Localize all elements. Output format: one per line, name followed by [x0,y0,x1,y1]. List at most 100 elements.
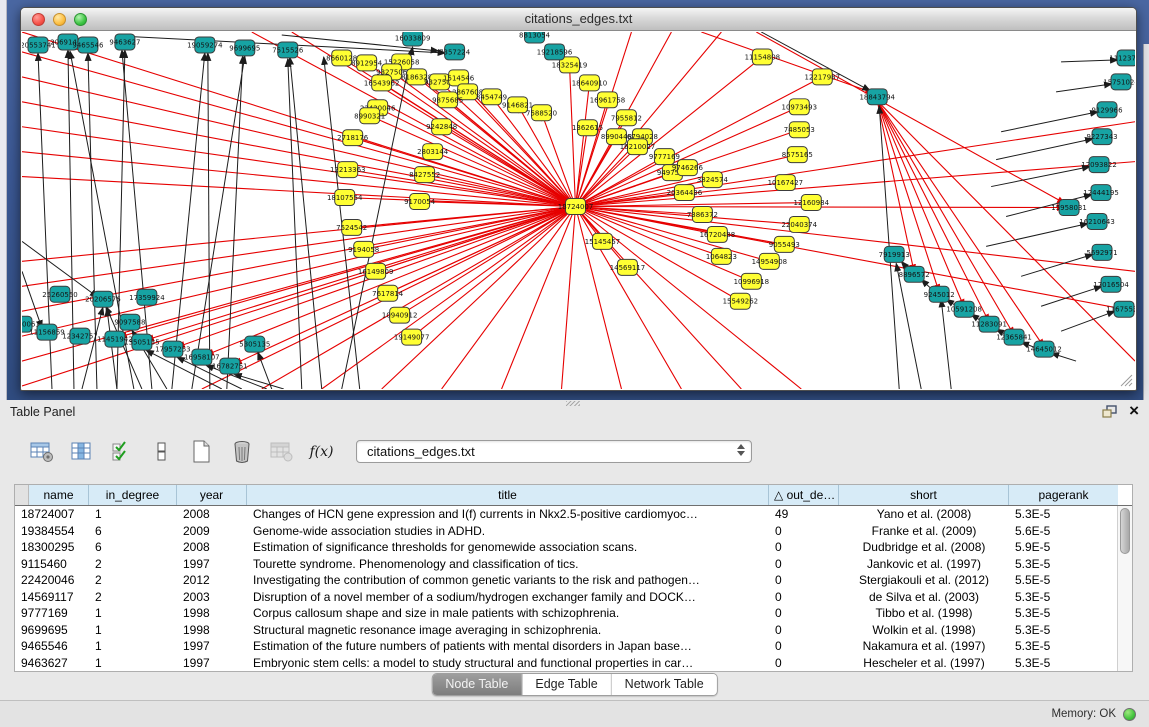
graph-node[interactable]: 9129966 [1091,102,1122,118]
graph-node[interactable]: 5692971 [1086,244,1117,260]
row-select-icon[interactable] [108,438,135,465]
cell-title: Estimation of the future numbers of pati… [247,639,769,653]
graph-node[interactable]: 16033809 [395,32,431,46]
graph-node[interactable]: 9242848 [426,119,457,135]
graph-node[interactable]: 8813054 [519,32,551,43]
svg-text:8912954: 8912954 [351,59,383,67]
graph-node[interactable]: 11675531 [1106,301,1135,317]
network-canvas[interactable]: 1872400786601288912954152260589327506165… [22,32,1135,389]
column-header-short[interactable]: short [839,485,1009,505]
column-header-name[interactable]: name [29,485,89,505]
cell-name: 9463627 [15,656,89,670]
svg-text:11156859: 11156859 [29,329,65,337]
table-row[interactable]: 1456911722003Disruption of a novel membe… [15,589,1132,606]
scrollbar-thumb[interactable] [1120,508,1130,554]
graph-node[interactable]: 22040374 [782,216,818,232]
svg-text:9097588: 9097588 [114,319,145,327]
column-header-year[interactable]: year [177,485,247,505]
graph-node[interactable]: 7919913 [879,246,910,262]
table-scrollbar[interactable] [1117,506,1132,671]
column-header-pagerank[interactable]: pagerank [1009,485,1118,505]
graph-node[interactable]: 12160984 [794,195,830,211]
function-builder-icon[interactable]: f(x) [308,438,335,465]
graph-node[interactable]: 12444195 [1083,185,1119,201]
graph-node[interactable]: 12093822 [1081,157,1117,173]
graph-node[interactable]: 8896572 [899,266,930,282]
tab-node-table[interactable]: Node Table [432,674,522,695]
graph-node[interactable]: 8575165 [782,147,813,163]
column-visibility-icon[interactable] [68,438,95,465]
svg-text:9777169: 9777169 [649,153,680,161]
graph-node[interactable]: 11123764 [1109,50,1135,66]
graph-node[interactable]: 19149077 [394,329,430,345]
graph-node[interactable]: 9194058 [348,241,379,257]
graph-node[interactable]: 15958031 [1051,200,1087,216]
close-panel-icon[interactable]: × [1129,404,1139,418]
table-source-dropdown[interactable]: citations_edges.txt [356,440,752,463]
table-row[interactable]: 1938455462009Genome-wide association stu… [15,523,1132,540]
table-row[interactable]: 969969511998Structural magnetic resonanc… [15,622,1132,639]
graph-node[interactable]: 14954908 [752,253,788,269]
graph-node[interactable]: 16961758 [590,92,626,108]
graph-node[interactable]: 17016504 [1093,276,1129,292]
table-row[interactable]: 911546021997Tourette syndrome. Phenomeno… [15,556,1132,573]
graph-node[interactable]: 11283091 [971,316,1007,332]
graph-node[interactable]: 16210643 [1079,213,1115,229]
graph-node[interactable]: 7357224 [439,44,471,60]
graph-node[interactable]: 18843794 [859,89,895,105]
graph-node[interactable]: 20364436 [667,185,703,201]
column-header-out_degree[interactable]: △ out_de… [769,485,839,505]
graph-node[interactable]: 3824574 [697,172,729,188]
graph-node[interactable]: 7485053 [784,122,815,138]
table-body: 1872400712008Changes of HCN gene express… [15,506,1132,671]
graph-node[interactable]: 11154808 [745,49,781,65]
svg-text:5305135: 5305135 [239,341,270,349]
table-row[interactable]: 1830029562008Estimation of significance … [15,539,1132,556]
import-table-icon[interactable] [268,438,295,465]
graph-node[interactable]: 15549262 [723,293,759,309]
tab-network-table[interactable]: Network Table [612,674,717,695]
narrow-columns-icon[interactable] [148,438,175,465]
network-window-titlebar[interactable]: citations_edges.txt [21,8,1136,31]
graph-node[interactable]: 10940912 [382,307,418,323]
cell-title: Corpus callosum shape and size in male p… [247,606,769,620]
cell-pagerank: 5.3E-5 [1009,590,1118,604]
graph-node[interactable]: 9227343 [1086,129,1117,145]
column-header-in_degree[interactable]: in_degree [89,485,177,505]
graph-node[interactable]: 9170054 [404,194,436,210]
graph-node[interactable]: 9055493 [769,236,800,252]
graph-node[interactable]: 12365841 [996,329,1032,345]
svg-text:16210027: 16210027 [620,143,656,151]
window-resize-grip[interactable] [1120,374,1133,387]
table-row[interactable]: 946554611997Estimation of the future num… [15,638,1132,655]
delete-table-icon[interactable] [228,438,255,465]
graph-node[interactable]: 14569117 [610,259,646,275]
graph-node[interactable]: 10591208 [946,301,982,317]
graph-node[interactable]: 16720488 [700,226,736,242]
graph-node[interactable]: 2803144 [417,144,449,160]
graph-node[interactable]: 7955812 [611,110,642,126]
graph-node[interactable]: 18640910 [572,75,608,91]
graph-node[interactable]: 15751024 [1103,74,1135,90]
graph-node[interactable]: 7524542 [336,219,367,235]
graph-node[interactable]: 9245012 [924,286,955,302]
column-header-title[interactable]: title [247,485,769,505]
tab-edge-table[interactable]: Edge Table [522,674,611,695]
cell-year: 2009 [177,524,247,538]
graph-node[interactable]: 15145457 [585,233,621,249]
table-row[interactable]: 1872400712008Changes of HCN gene express… [15,506,1132,523]
svg-text:12160984: 12160984 [794,199,830,207]
table-row[interactable]: 977716911998Corpus callosum shape and si… [15,605,1132,622]
table-row[interactable]: 946362711997Embryonic stem cells: a mode… [15,655,1132,672]
svg-text:16782751: 16782751 [212,363,248,371]
graph-node[interactable]: 18107554 [327,190,363,206]
column-header-gutter[interactable] [15,485,29,505]
table-options-icon[interactable] [28,438,55,465]
graph-node[interactable]: 2718176 [337,130,368,146]
new-table-icon[interactable] [188,438,215,465]
svg-text:2803144: 2803144 [417,148,449,156]
graph-node[interactable]: 17359924 [129,289,165,305]
float-panel-icon[interactable] [1102,405,1117,418]
graph-node[interactable]: 1362615 [572,120,603,136]
table-row[interactable]: 2242004622012Investigating the contribut… [15,572,1132,589]
